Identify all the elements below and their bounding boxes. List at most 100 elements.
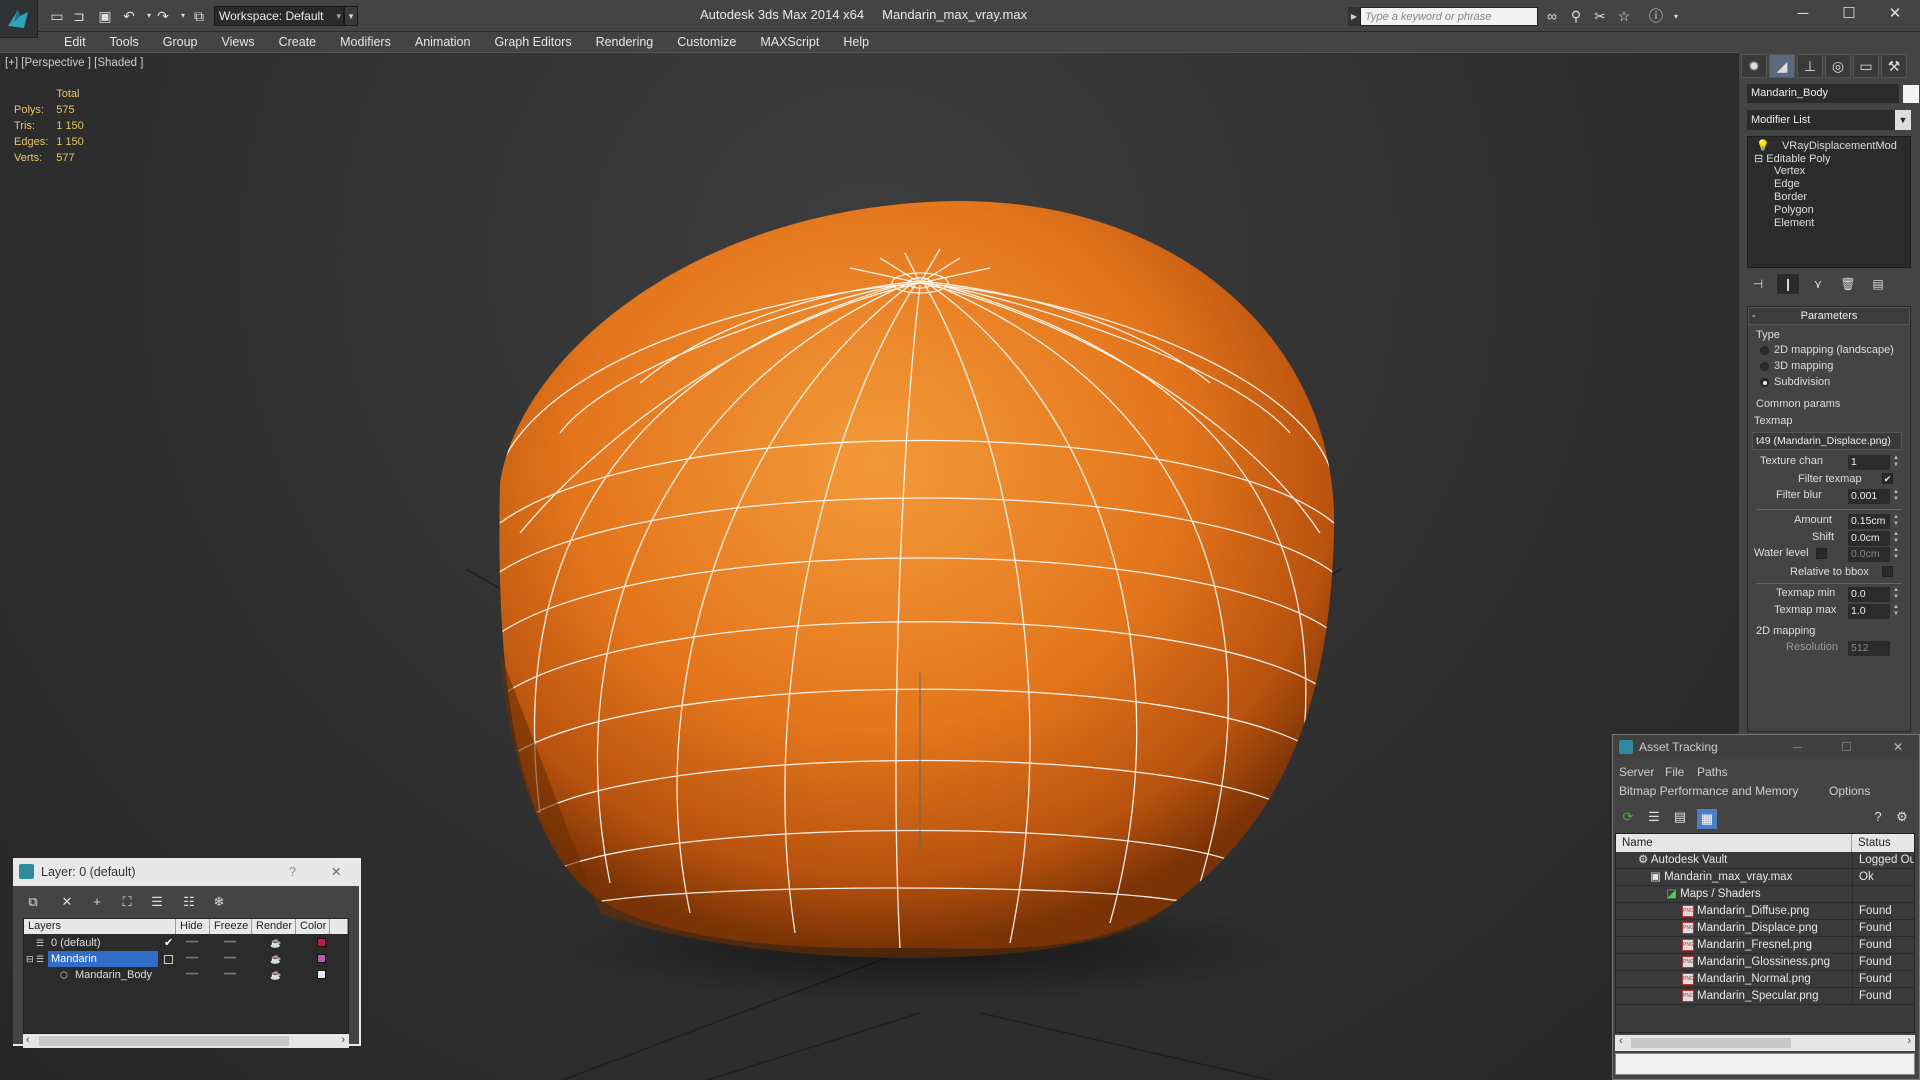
list-view-icon[interactable]: ☰ — [1645, 809, 1663, 827]
new-file-icon[interactable]: ▭ — [48, 7, 66, 25]
render-teapot-icon[interactable]: ☕ — [270, 951, 281, 967]
layer-row[interactable]: ⬡ Mandarin_Body ━━ ━━ ☕ — [24, 967, 348, 983]
spinner-icon[interactable]: ▲ ▼ — [1892, 604, 1900, 619]
texmap-button[interactable]: t49 (Mandarin_Displace.png) — [1752, 432, 1902, 450]
modifier-stack[interactable]: 💡 VRayDisplacementMod ⊟ Editable Poly Ve… — [1747, 136, 1911, 268]
menu-maxscript[interactable]: MAXScript — [748, 32, 831, 52]
render-teapot-icon[interactable]: ☕ — [270, 935, 281, 951]
asset-row[interactable]: PNG Mandarin_Fresnel.png Found — [1616, 937, 1914, 954]
workspace-dropdown[interactable]: Workspace: Default ▾ — [214, 6, 344, 26]
create-layer-icon[interactable]: ⧉ — [23, 892, 43, 912]
radio-subdivision[interactable] — [1760, 378, 1769, 387]
stack-item-vraydisplacement[interactable]: 💡 VRayDisplacementMod — [1756, 139, 1897, 152]
spinner-icon[interactable]: ▲ ▼ — [1892, 531, 1900, 546]
delete-layer-icon[interactable]: ✕ — [57, 892, 77, 912]
menu-create[interactable]: Create — [267, 32, 329, 52]
menu-rendering[interactable]: Rendering — [584, 32, 666, 52]
column-color[interactable]: Color — [296, 919, 330, 934]
display-tab-icon[interactable]: ▭ — [1853, 54, 1879, 78]
column-hide[interactable]: Hide — [176, 919, 210, 934]
stack-item-border[interactable]: Border — [1774, 191, 1807, 203]
freeze-toggle[interactable]: ━━ — [224, 935, 236, 951]
refresh-icon[interactable]: ⟳ — [1619, 809, 1637, 827]
menu-group[interactable]: Group — [151, 32, 210, 52]
maximize-button[interactable]: ☐ — [1826, 0, 1872, 28]
parameters-header[interactable]: - Parameters — [1748, 307, 1910, 325]
layer-window-titlebar[interactable]: Layer: 0 (default) ? ✕ — [13, 858, 361, 886]
menu-graph-editors[interactable]: Graph Editors — [482, 32, 583, 52]
undo-icon[interactable]: ↶ — [120, 7, 138, 25]
texmap-min-input[interactable]: 0.0 — [1848, 587, 1890, 602]
close-icon[interactable]: ✕ — [1893, 735, 1903, 759]
stack-item-polygon[interactable]: Polygon — [1774, 204, 1814, 216]
stack-item-edge[interactable]: Edge — [1774, 178, 1800, 190]
add-to-layer-icon[interactable]: + — [87, 892, 107, 912]
help-icon[interactable]: ? — [289, 858, 296, 886]
column-freeze[interactable]: Freeze — [210, 919, 252, 934]
asset-row[interactable]: ▣ Mandarin_max_vray.max Ok — [1616, 869, 1914, 886]
radio-2d-mapping[interactable] — [1760, 346, 1769, 355]
redo-icon[interactable]: ↷ — [154, 7, 172, 25]
layer-name[interactable]: Mandarin — [48, 951, 158, 967]
menu-edit[interactable]: Edit — [52, 32, 98, 52]
filter-texmap-checkbox[interactable]: ✔ — [1882, 473, 1893, 484]
path-input[interactable] — [1615, 1053, 1915, 1075]
stack-item-vertex[interactable]: Vertex — [1774, 165, 1805, 177]
hierarchy-tab-icon[interactable]: ⊥ — [1797, 54, 1823, 78]
column-render[interactable]: Render — [252, 919, 296, 934]
asset-row[interactable]: PNG Mandarin_Displace.png Found — [1616, 920, 1914, 937]
scroll-right-icon[interactable]: › — [1907, 1035, 1911, 1047]
select-layer-icon[interactable]: ☰ — [147, 892, 167, 912]
menu-tools[interactable]: Tools — [98, 32, 151, 52]
menu-options[interactable]: Options — [1829, 784, 1870, 798]
relative-bbox-checkbox[interactable] — [1882, 566, 1893, 577]
asset-row[interactable]: PNG Mandarin_Glossiness.png Found — [1616, 954, 1914, 971]
modifier-list-dropdown[interactable]: Modifier List ▼ — [1747, 110, 1911, 130]
object-name-field[interactable]: Mandarin_Body — [1747, 84, 1899, 103]
layer-color-swatch[interactable] — [317, 938, 326, 947]
column-layers[interactable]: Layers — [24, 919, 176, 934]
favorites-star-icon[interactable]: ☆ — [1614, 7, 1634, 26]
water-level-input[interactable]: 0.0cm — [1848, 547, 1890, 562]
pin-stack-icon[interactable]: ⊣ — [1747, 274, 1769, 294]
binoculars-icon[interactable]: ∞ — [1542, 7, 1562, 26]
make-unique-icon[interactable]: ⋎ — [1807, 274, 1829, 294]
open-file-icon[interactable]: ⊐ — [70, 7, 88, 25]
radio-3d-mapping[interactable] — [1760, 362, 1769, 371]
settings-icon[interactable]: ⚙ — [1893, 809, 1911, 827]
layer-name[interactable]: 0 (default) — [48, 935, 104, 951]
scrollbar-thumb[interactable] — [1631, 1038, 1791, 1048]
minimize-button[interactable]: ─ — [1780, 0, 1826, 28]
stack-item-element[interactable]: Element — [1774, 217, 1814, 229]
table-view-icon[interactable]: ▦ — [1697, 809, 1717, 829]
utilities-tab-icon[interactable]: ⚒ — [1881, 54, 1907, 78]
show-end-result-icon[interactable]: ❙ — [1777, 274, 1799, 294]
asset-row[interactable]: ◪ Maps / Shaders — [1616, 886, 1914, 903]
scroll-left-icon[interactable]: ‹ — [26, 1034, 30, 1046]
search-expand-icon[interactable]: ▶ — [1348, 7, 1360, 26]
current-layer-box[interactable] — [164, 955, 173, 964]
minimize-icon[interactable]: ─ — [1793, 735, 1802, 759]
help-icon[interactable]: ? — [1869, 809, 1887, 827]
stack-item-editable-poly[interactable]: ⊟ Editable Poly — [1754, 152, 1831, 165]
menu-bitmap-performance[interactable]: Bitmap Performance and Memory — [1619, 784, 1798, 798]
spinner-icon[interactable]: ▲ ▼ — [1892, 489, 1900, 504]
search-input[interactable]: Type a keyword or phrase — [1360, 7, 1538, 26]
select-objects-icon[interactable]: ⛶ — [117, 892, 137, 912]
help-icon[interactable]: ⓘ — [1646, 7, 1666, 26]
freeze-toggle[interactable]: ━━ — [224, 951, 236, 967]
object-color-swatch[interactable] — [1903, 85, 1919, 103]
subscription-icon[interactable]: ✂ — [1590, 7, 1610, 26]
layer-row[interactable]: ☰ 0 (default) ✔ ━━ ━━ ☕ — [24, 935, 348, 951]
project-folder-icon[interactable]: ⧉ — [190, 7, 208, 25]
render-teapot-icon[interactable]: ☕ — [270, 967, 281, 983]
quick-access-menu-icon[interactable]: ▾ — [344, 6, 358, 26]
texmap-max-input[interactable]: 1.0 — [1848, 604, 1890, 619]
spinner-icon[interactable]: ▲ ▼ — [1892, 455, 1900, 470]
asset-row[interactable]: PNG Mandarin_Normal.png Found — [1616, 971, 1914, 988]
asset-row[interactable]: PNG Mandarin_Specular.png Found — [1616, 988, 1914, 1005]
amount-input[interactable]: 0.15cm — [1848, 514, 1890, 529]
spinner-icon[interactable]: ▲ ▼ — [1892, 547, 1900, 562]
create-tab-icon[interactable]: ✹ — [1741, 54, 1767, 78]
column-status[interactable]: Status — [1852, 834, 1914, 852]
